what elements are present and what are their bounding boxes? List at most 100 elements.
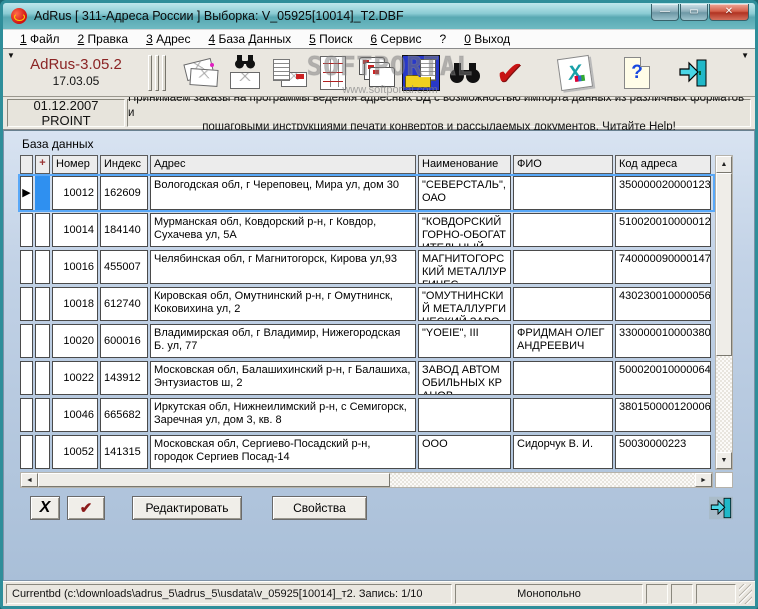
table-row[interactable]: 10022 143912 Московская обл, Балашихинск… <box>20 361 713 395</box>
cell-code[interactable]: 380150000120006 <box>615 398 711 432</box>
menu-file[interactable]: 1 Файл <box>11 30 69 48</box>
row-select-cell[interactable] <box>35 361 50 395</box>
scroll-right-icon[interactable]: ► <box>695 473 712 487</box>
cell-name[interactable]: МАГНИТОГОРСКИЙ МЕТАЛЛУРГИЧЕС <box>418 250 511 284</box>
cell-number[interactable]: 10046 <box>52 398 98 432</box>
cell-address[interactable]: Московская обл, Балашихинский р-н, г Бал… <box>150 361 416 395</box>
cell-name[interactable]: "ОМУТНИНСКИЙ МЕТАЛЛУРГИЧЕСКИЙ ЗАВОД", ОА… <box>418 287 511 321</box>
cell-number[interactable]: 10020 <box>52 324 98 358</box>
cell-address[interactable]: Иркутская обл, Нижнеилимский р-н, с Семи… <box>150 398 416 432</box>
cell-name[interactable]: "YOEIE", III <box>418 324 511 358</box>
cell-code[interactable]: 740000090000147 <box>615 250 711 284</box>
cell-name[interactable]: ООО <box>418 435 511 469</box>
row-select-cell[interactable] <box>35 324 50 358</box>
menu-database[interactable]: 4 База Данных <box>199 30 300 48</box>
header-name[interactable]: Наименование <box>418 155 511 174</box>
row-marker-cell[interactable] <box>20 324 33 358</box>
cell-number[interactable]: 10022 <box>52 361 98 395</box>
cell-address[interactable]: Вологодская обл, г Череповец, Мира ул, д… <box>150 176 416 210</box>
header-code[interactable]: Код адреса <box>615 155 711 174</box>
cell-code[interactable]: 430230010000056 <box>615 287 711 321</box>
letters-stack-icon[interactable] <box>179 51 223 95</box>
cell-index[interactable]: 600016 <box>100 324 148 358</box>
cell-index[interactable]: 141315 <box>100 435 148 469</box>
row-select-cell[interactable] <box>35 435 50 469</box>
cell-name[interactable]: "КОВДОРСКИЙ ГОРНО-ОБОГАТИТЕЛЬНЫЙ <box>418 213 511 247</box>
row-select-cell[interactable] <box>35 250 50 284</box>
table-row[interactable]: ▶ 10012 162609 Вологодская обл, г Черепо… <box>20 176 713 210</box>
header-plus[interactable]: + <box>35 155 50 174</box>
resize-grip[interactable] <box>739 584 752 604</box>
header-fio[interactable]: ФИО <box>513 155 613 174</box>
scroll-up-icon[interactable]: ▲ <box>716 156 732 173</box>
menu-search[interactable]: 5 Поиск <box>300 30 361 48</box>
cell-fio[interactable] <box>513 287 613 321</box>
panel-exit-door-icon[interactable] <box>708 495 734 521</box>
cell-index[interactable]: 612740 <box>100 287 148 321</box>
cell-code[interactable]: 330000010000380 <box>615 324 711 358</box>
cell-fio[interactable] <box>513 250 613 284</box>
cell-name[interactable]: ЗАВОД АВТОМОБИЛЬНЫХ КРАНОВ <box>418 361 511 395</box>
menu-address[interactable]: 3 Адрес <box>137 30 199 48</box>
table-document-icon[interactable] <box>311 51 355 95</box>
cell-number[interactable]: 10012 <box>52 176 98 210</box>
row-select-cell[interactable] <box>35 398 50 432</box>
cancel-button[interactable]: X <box>30 496 60 520</box>
cell-index[interactable]: 162609 <box>100 176 148 210</box>
cell-name[interactable] <box>418 398 511 432</box>
cell-fio[interactable] <box>513 176 613 210</box>
header-number[interactable]: Номер <box>52 155 98 174</box>
menu-help[interactable]: ? <box>431 30 456 48</box>
row-select-cell[interactable] <box>35 176 50 210</box>
menu-service[interactable]: 6 Сервис <box>361 30 430 48</box>
header-address[interactable]: Адрес <box>150 155 416 174</box>
row-marker-cell[interactable] <box>20 250 33 284</box>
cell-number[interactable]: 10018 <box>52 287 98 321</box>
cell-address[interactable]: Владимирская обл, г Владимир, Нижегородс… <box>150 324 416 358</box>
table-row[interactable]: 10018 612740 Кировская обл, Омутнинский … <box>20 287 713 321</box>
cell-number[interactable]: 10014 <box>52 213 98 247</box>
cell-code[interactable]: 50030000223 <box>615 435 711 469</box>
table-row[interactable]: 10014 184140 Мурманская обл, Ковдорский … <box>20 213 713 247</box>
send-document-icon[interactable] <box>267 51 311 95</box>
cell-fio[interactable]: ФРИДМАН ОЛЕГ АНДРЕЕВИЧ <box>513 324 613 358</box>
cell-index[interactable]: 455007 <box>100 250 148 284</box>
cell-address[interactable]: Московская обл, Сергиево-Посадский р-н, … <box>150 435 416 469</box>
toolbar-handle-icon[interactable] <box>135 51 179 95</box>
help-document-icon[interactable]: ? <box>615 51 659 95</box>
cell-fio[interactable]: Сидорчук В. И. <box>513 435 613 469</box>
cell-code[interactable]: 500020010000064 <box>615 361 711 395</box>
table-row[interactable]: 10046 665682 Иркутская обл, Нижнеилимски… <box>20 398 713 432</box>
cell-name[interactable]: "СЕВЕРСТАЛЬ", ОАО <box>418 176 511 210</box>
row-marker-cell[interactable] <box>20 213 33 247</box>
card-file-icon[interactable] <box>355 51 399 95</box>
binoculars-icon[interactable] <box>443 51 487 95</box>
table-row[interactable]: 10016 455007 Челябинская обл, г Магнитог… <box>20 250 713 284</box>
header-marker[interactable] <box>20 155 33 174</box>
table-row[interactable]: 10020 600016 Владимирская обл, г Владими… <box>20 324 713 358</box>
folder-list-icon[interactable] <box>399 51 443 95</box>
cell-address[interactable]: Кировская обл, Омутнинский р-н, г Омутни… <box>150 287 416 321</box>
close-button[interactable]: ✕ <box>709 4 749 21</box>
edit-button[interactable]: Редактировать <box>132 496 242 520</box>
row-marker-cell[interactable] <box>20 398 33 432</box>
search-mail-icon[interactable] <box>223 51 267 95</box>
cell-index[interactable]: 143912 <box>100 361 148 395</box>
scroll-left-icon[interactable]: ◄ <box>21 473 38 487</box>
cell-address[interactable]: Мурманская обл, Ковдорский р-н, г Ковдор… <box>150 213 416 247</box>
export-excel-icon[interactable]: X <box>553 51 597 95</box>
cell-fio[interactable] <box>513 361 613 395</box>
toolbar-overflow-icon[interactable]: ▼ <box>741 51 749 60</box>
vertical-scrollbar[interactable]: ▲ ▼ <box>715 155 733 470</box>
scroll-down-icon[interactable]: ▼ <box>716 452 732 469</box>
cell-fio[interactable] <box>513 213 613 247</box>
menu-exit[interactable]: 0 Выход <box>455 30 519 48</box>
cell-code[interactable]: 510020010000012 <box>615 213 711 247</box>
maximize-button[interactable]: ▭ <box>680 4 708 21</box>
cell-index[interactable]: 665682 <box>100 398 148 432</box>
row-select-cell[interactable] <box>35 287 50 321</box>
row-select-cell[interactable] <box>35 213 50 247</box>
checkmark-icon[interactable]: ✔ <box>487 51 531 95</box>
horizontal-scroll-thumb[interactable] <box>38 473 390 487</box>
toolbar-collapse-icon[interactable]: ▼ <box>7 51 15 60</box>
